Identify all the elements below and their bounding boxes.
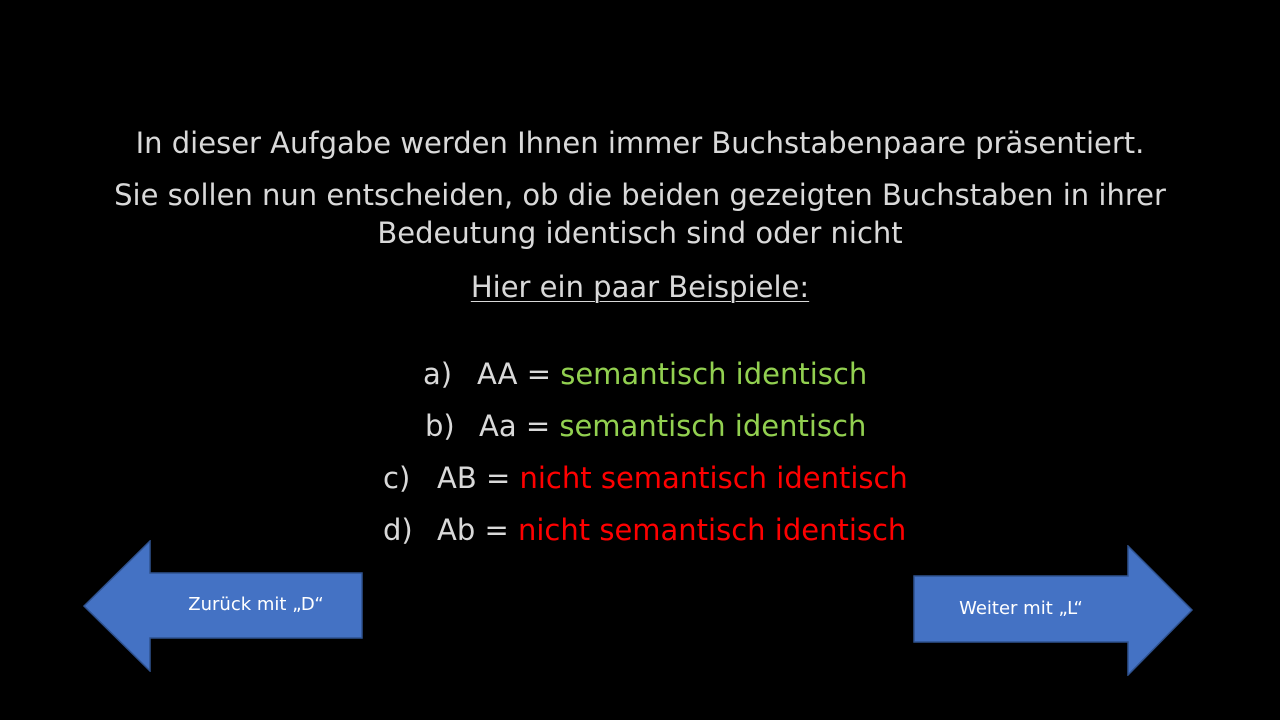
instruction-line-1: In dieser Aufgabe werden Ihnen immer Buc… [135,126,1145,160]
example-letter: d) [383,513,413,547]
example-b: b) Aa = semantisch identisch [425,407,866,445]
example-pair: Aa = [479,409,551,443]
instruction-line-2: Sie sollen nun entscheiden, ob die beide… [114,178,1166,212]
back-button-label: Zurück mit „D“ [188,594,324,615]
instruction-line-3: Bedeutung identisch sind oder nicht [377,216,903,250]
next-button-label: Weiter mit „L“ [959,598,1083,619]
example-result: nicht semantisch identisch [519,461,908,495]
back-button[interactable]: Zurück mit „D“ [83,540,364,672]
example-pair: AA = [477,357,552,391]
example-d: d) Ab = nicht semantisch identisch [383,511,906,549]
example-letter: a) [423,357,453,391]
example-result: semantisch identisch [560,357,868,391]
examples-heading-text: Hier ein paar Beispiele: [470,270,810,304]
next-button[interactable]: Weiter mit „L“ [913,545,1194,676]
examples-heading: Hier ein paar Beispiele: [0,268,1280,306]
example-pair: AB = [437,461,511,495]
example-letter: c) [383,461,411,495]
example-result: nicht semantisch identisch [517,513,907,547]
example-letter: b) [425,409,455,443]
example-c: c) AB = nicht semantisch identisch [383,459,908,497]
example-pair: Ab = [437,513,509,547]
example-a: a) AA = semantisch identisch [423,355,867,393]
example-result: semantisch identisch [559,409,867,443]
